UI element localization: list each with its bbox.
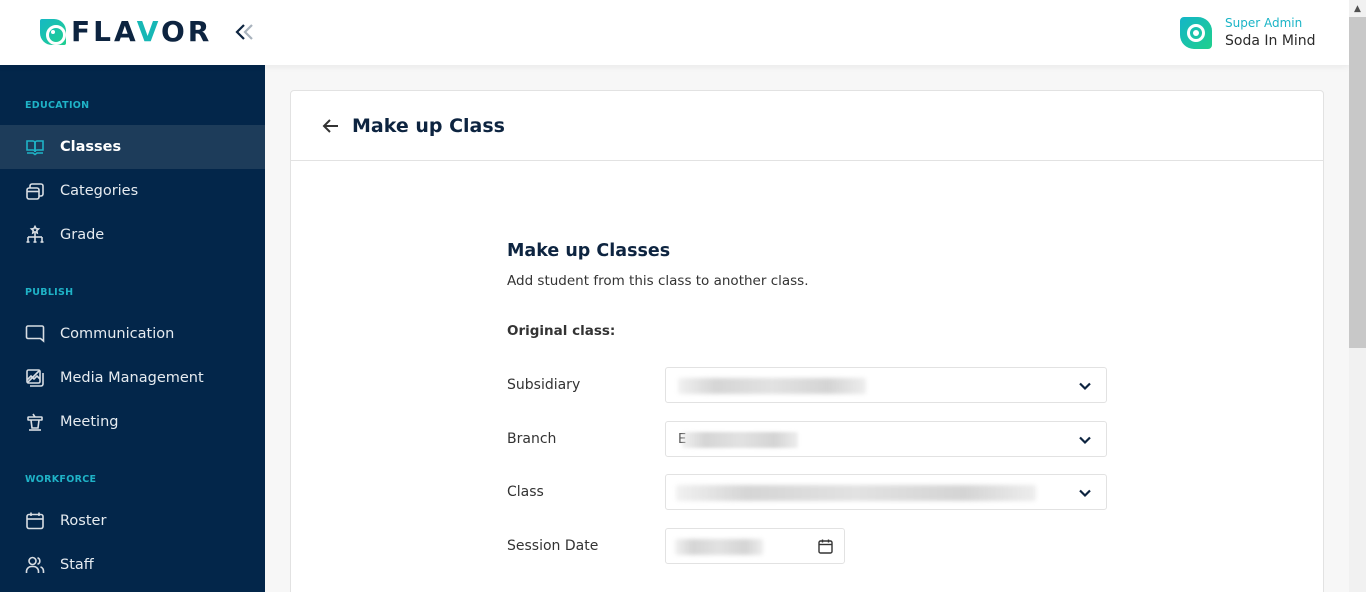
back-button[interactable] [320,115,342,137]
sidebar-item-classes[interactable]: Classes [0,125,265,169]
sidebar-item-label: Staff [60,557,94,573]
arrow-left-icon [322,118,338,133]
make-up-form: Make up Classes Add student from this cl… [507,241,1127,564]
card-header: Make up Class [291,91,1323,161]
chevron-down-icon [1079,436,1091,445]
session-date-value-blurred [675,539,763,555]
sidebar-item-staff[interactable]: Staff [0,543,265,587]
sidebar-item-label: Roster [60,513,107,529]
chat-bubble-icon [24,323,46,345]
user-role: Super Admin [1225,16,1303,30]
session-date-input[interactable] [665,528,845,564]
stacked-cards-icon [24,180,46,202]
sidebar: EDUCATION Classes Categories Grade PUBLI… [0,65,265,592]
sidebar-section-workforce: WORKFORCE [25,474,97,485]
subsidiary-value-blurred [678,378,866,394]
sidebar-item-label: Grade [60,227,105,243]
original-class-label: Original class: [507,323,616,339]
scroll-up-arrow-icon[interactable]: ▲ [1349,0,1366,17]
users-icon [24,554,46,576]
hierarchy-icon [24,224,46,246]
session-date-label: Session Date [507,538,599,554]
branch-label: Branch [507,431,557,447]
branch-row: Branch E [507,421,1127,457]
session-date-row: Session Date [507,528,1127,564]
sidebar-item-label: Media Management [60,370,204,386]
sidebar-item-label: Categories [60,183,139,199]
user-name: Soda In Mind [1225,33,1316,49]
sidebar-item-categories[interactable]: Categories [0,169,265,213]
form-title: Make up Classes [507,241,671,261]
subsidiary-select[interactable] [665,367,1107,403]
image-gallery-icon [24,367,46,389]
sidebar-item-label: Communication [60,326,175,342]
leaf-ring-logo-icon [1180,17,1212,49]
sidebar-item-roster[interactable]: Roster [0,499,265,543]
class-value-blurred [676,485,1036,501]
podium-icon [24,411,46,433]
user-profile[interactable]: Super Admin Soda In Mind [1180,15,1316,51]
collapse-sidebar-button[interactable] [233,21,257,43]
sidebar-item-label: Classes [60,139,122,155]
class-select[interactable] [665,474,1107,510]
sidebar-item-label: Meeting [60,414,119,430]
subsidiary-label: Subsidiary [507,377,581,393]
top-header: FLAVOR Super Admin Soda In Mind [0,0,1349,65]
double-chevron-left-icon [235,24,253,40]
brand-name: FLAVOR [71,15,213,48]
open-book-icon [24,136,46,158]
branch-select[interactable]: E [665,421,1107,457]
sidebar-item-communication[interactable]: Communication [0,312,265,356]
sidebar-item-media-management[interactable]: Media Management [0,356,265,400]
form-subtitle: Add student from this class to another c… [507,273,809,289]
sidebar-section-publish: PUBLISH [25,287,74,298]
chevron-down-icon [1079,489,1091,498]
branch-value-blurred [682,432,798,448]
chevron-down-icon [1079,382,1091,391]
sidebar-section-education: EDUCATION [25,100,90,111]
brand-logo[interactable]: FLAVOR [40,17,212,47]
page-scrollbar[interactable]: ▲ [1349,0,1366,592]
scrollbar-thumb[interactable] [1349,17,1366,348]
sidebar-item-meeting[interactable]: Meeting [0,400,265,444]
class-row: Class [507,474,1127,510]
calendar-icon[interactable] [817,538,834,555]
sidebar-item-grade[interactable]: Grade [0,213,265,257]
calendar-icon [24,510,46,532]
class-label: Class [507,484,544,500]
make-up-class-card: Make up Class Make up Classes Add studen… [290,90,1324,592]
page-title: Make up Class [352,114,505,137]
flavor-logo-icon [40,19,66,45]
subsidiary-row: Subsidiary [507,367,1127,403]
